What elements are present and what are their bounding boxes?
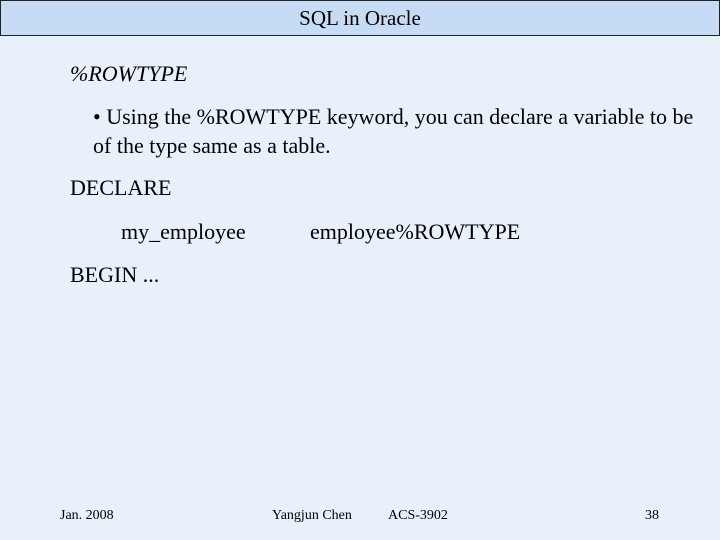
footer-course: ACS-3902 <box>388 508 448 523</box>
footer-date: Jan. 2008 <box>60 508 114 523</box>
slide: SQL in Oracle %ROWTYPE • Using the %ROWT… <box>0 0 720 540</box>
footer-author: Yangjun Chen <box>272 508 352 523</box>
slide-title: SQL in Oracle <box>0 0 720 36</box>
code-variable-type: employee%ROWTYPE <box>310 219 521 244</box>
code-variable-name: my_employee <box>121 219 246 244</box>
section-heading: %ROWTYPE <box>70 61 188 86</box>
bullet-text: • Using the %ROWTYPE keyword, you can de… <box>93 104 694 158</box>
footer-page-number: 38 <box>645 508 659 523</box>
code-declare: DECLARE <box>70 175 172 200</box>
code-begin: BEGIN ... <box>70 262 160 287</box>
